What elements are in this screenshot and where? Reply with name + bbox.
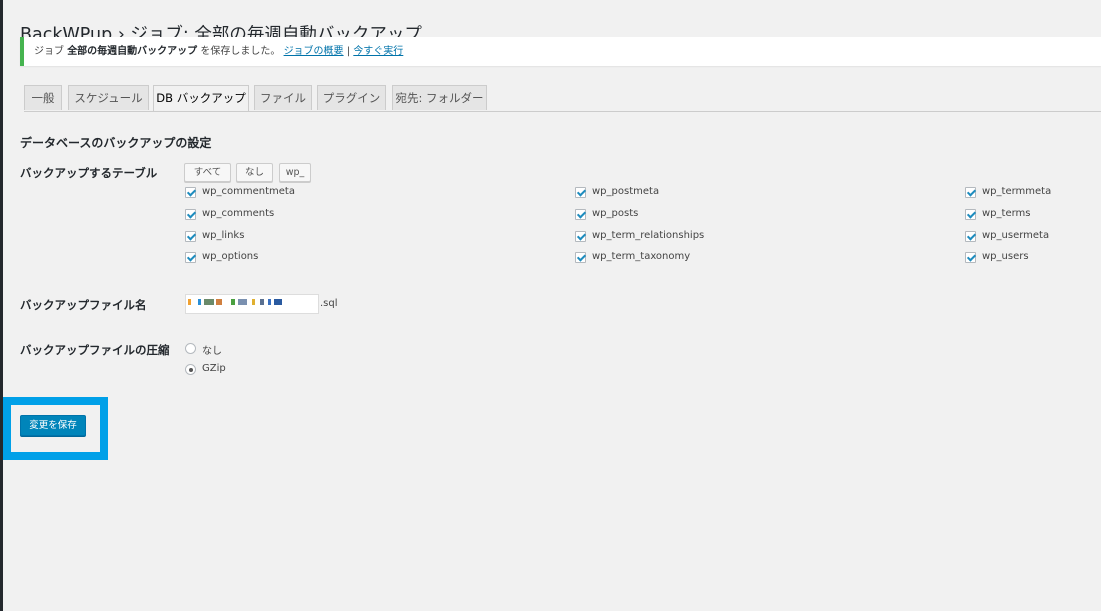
- job-overview-link[interactable]: ジョブの概要: [284, 46, 344, 57]
- redacted-text: [268, 299, 271, 305]
- redacted-text: [252, 299, 255, 305]
- table-name: wp_postmeta: [592, 186, 660, 197]
- table-name: wp_commentmeta: [202, 186, 295, 197]
- checkbox-checked-icon[interactable]: [185, 252, 196, 263]
- compression-label: バックアップファイルの圧縮: [20, 343, 170, 357]
- section-title: データベースのバックアップの設定: [20, 135, 212, 150]
- table-name: wp_terms: [982, 208, 1031, 219]
- table-name: wp_termmeta: [982, 186, 1052, 197]
- radio-label: なし: [202, 346, 222, 357]
- notice-prefix: ジョブ: [34, 46, 64, 57]
- tables-label: バックアップするテーブル: [20, 166, 158, 180]
- table-name: wp_options: [202, 251, 259, 262]
- radio-unchecked-icon[interactable]: [185, 343, 196, 354]
- redacted-text: [216, 299, 222, 305]
- table-name: wp_comments: [202, 208, 275, 219]
- checkbox-checked-icon[interactable]: [185, 187, 196, 198]
- select-wp-prefix-button[interactable]: wp_: [279, 163, 311, 182]
- run-now-link[interactable]: 今すぐ実行: [353, 46, 403, 57]
- notice-separator: |: [346, 46, 351, 57]
- checkbox-checked-icon[interactable]: [965, 231, 976, 242]
- checkbox-checked-icon[interactable]: [575, 231, 586, 242]
- tab-schedule[interactable]: スケジュール: [68, 85, 149, 110]
- redacted-text: [204, 299, 214, 305]
- checkbox-checked-icon[interactable]: [185, 209, 196, 220]
- select-all-button[interactable]: すべて: [184, 163, 231, 182]
- checkbox-checked-icon[interactable]: [575, 187, 586, 198]
- select-none-button[interactable]: なし: [236, 163, 273, 182]
- redacted-text: [198, 299, 201, 305]
- checkbox-checked-icon[interactable]: [185, 231, 196, 242]
- table-name: wp_term_relationships: [592, 230, 705, 241]
- tab-files[interactable]: ファイル: [254, 85, 312, 110]
- filename-input[interactable]: [185, 294, 319, 314]
- table-name: wp_posts: [592, 208, 639, 219]
- success-notice: ジョブ 全部の毎週自動バックアップ を保存しました。 ジョブの概要 | 今すぐ実…: [20, 37, 1101, 66]
- radio-label: GZip: [202, 363, 226, 374]
- table-name: wp_links: [202, 230, 245, 241]
- save-changes-button[interactable]: 変更を保存: [20, 415, 86, 436]
- table-name: wp_term_taxonomy: [592, 251, 691, 262]
- radio-checked-icon[interactable]: [185, 364, 196, 375]
- admin-sidebar-edge: [0, 0, 3, 611]
- tab-plugins[interactable]: プラグイン: [317, 85, 386, 110]
- redacted-text: [238, 299, 247, 305]
- notice-saved-text: を保存しました。: [200, 46, 281, 57]
- tab-db-backup[interactable]: DB バックアップ: [153, 85, 249, 111]
- job-tabs: 一般 スケジュール DB バックアップ ファイル プラグイン 宛先: フォルダー: [24, 85, 1101, 112]
- redacted-text: [274, 299, 282, 305]
- tab-destination-folder[interactable]: 宛先: フォルダー: [392, 85, 487, 110]
- table-name: wp_users: [982, 251, 1029, 262]
- checkbox-checked-icon[interactable]: [575, 252, 586, 263]
- filename-label: バックアップファイル名: [20, 298, 147, 312]
- redacted-text: [260, 299, 264, 305]
- checkbox-checked-icon[interactable]: [575, 209, 586, 220]
- redacted-text: [231, 299, 235, 305]
- checkbox-checked-icon[interactable]: [965, 187, 976, 198]
- redacted-text: [188, 299, 191, 305]
- notice-job-name: 全部の毎週自動バックアップ: [67, 46, 198, 57]
- checkbox-checked-icon[interactable]: [965, 209, 976, 220]
- table-name: wp_usermeta: [982, 230, 1050, 241]
- tab-general[interactable]: 一般: [24, 85, 62, 110]
- checkbox-checked-icon[interactable]: [965, 252, 976, 263]
- filename-extension: .sql: [320, 298, 338, 309]
